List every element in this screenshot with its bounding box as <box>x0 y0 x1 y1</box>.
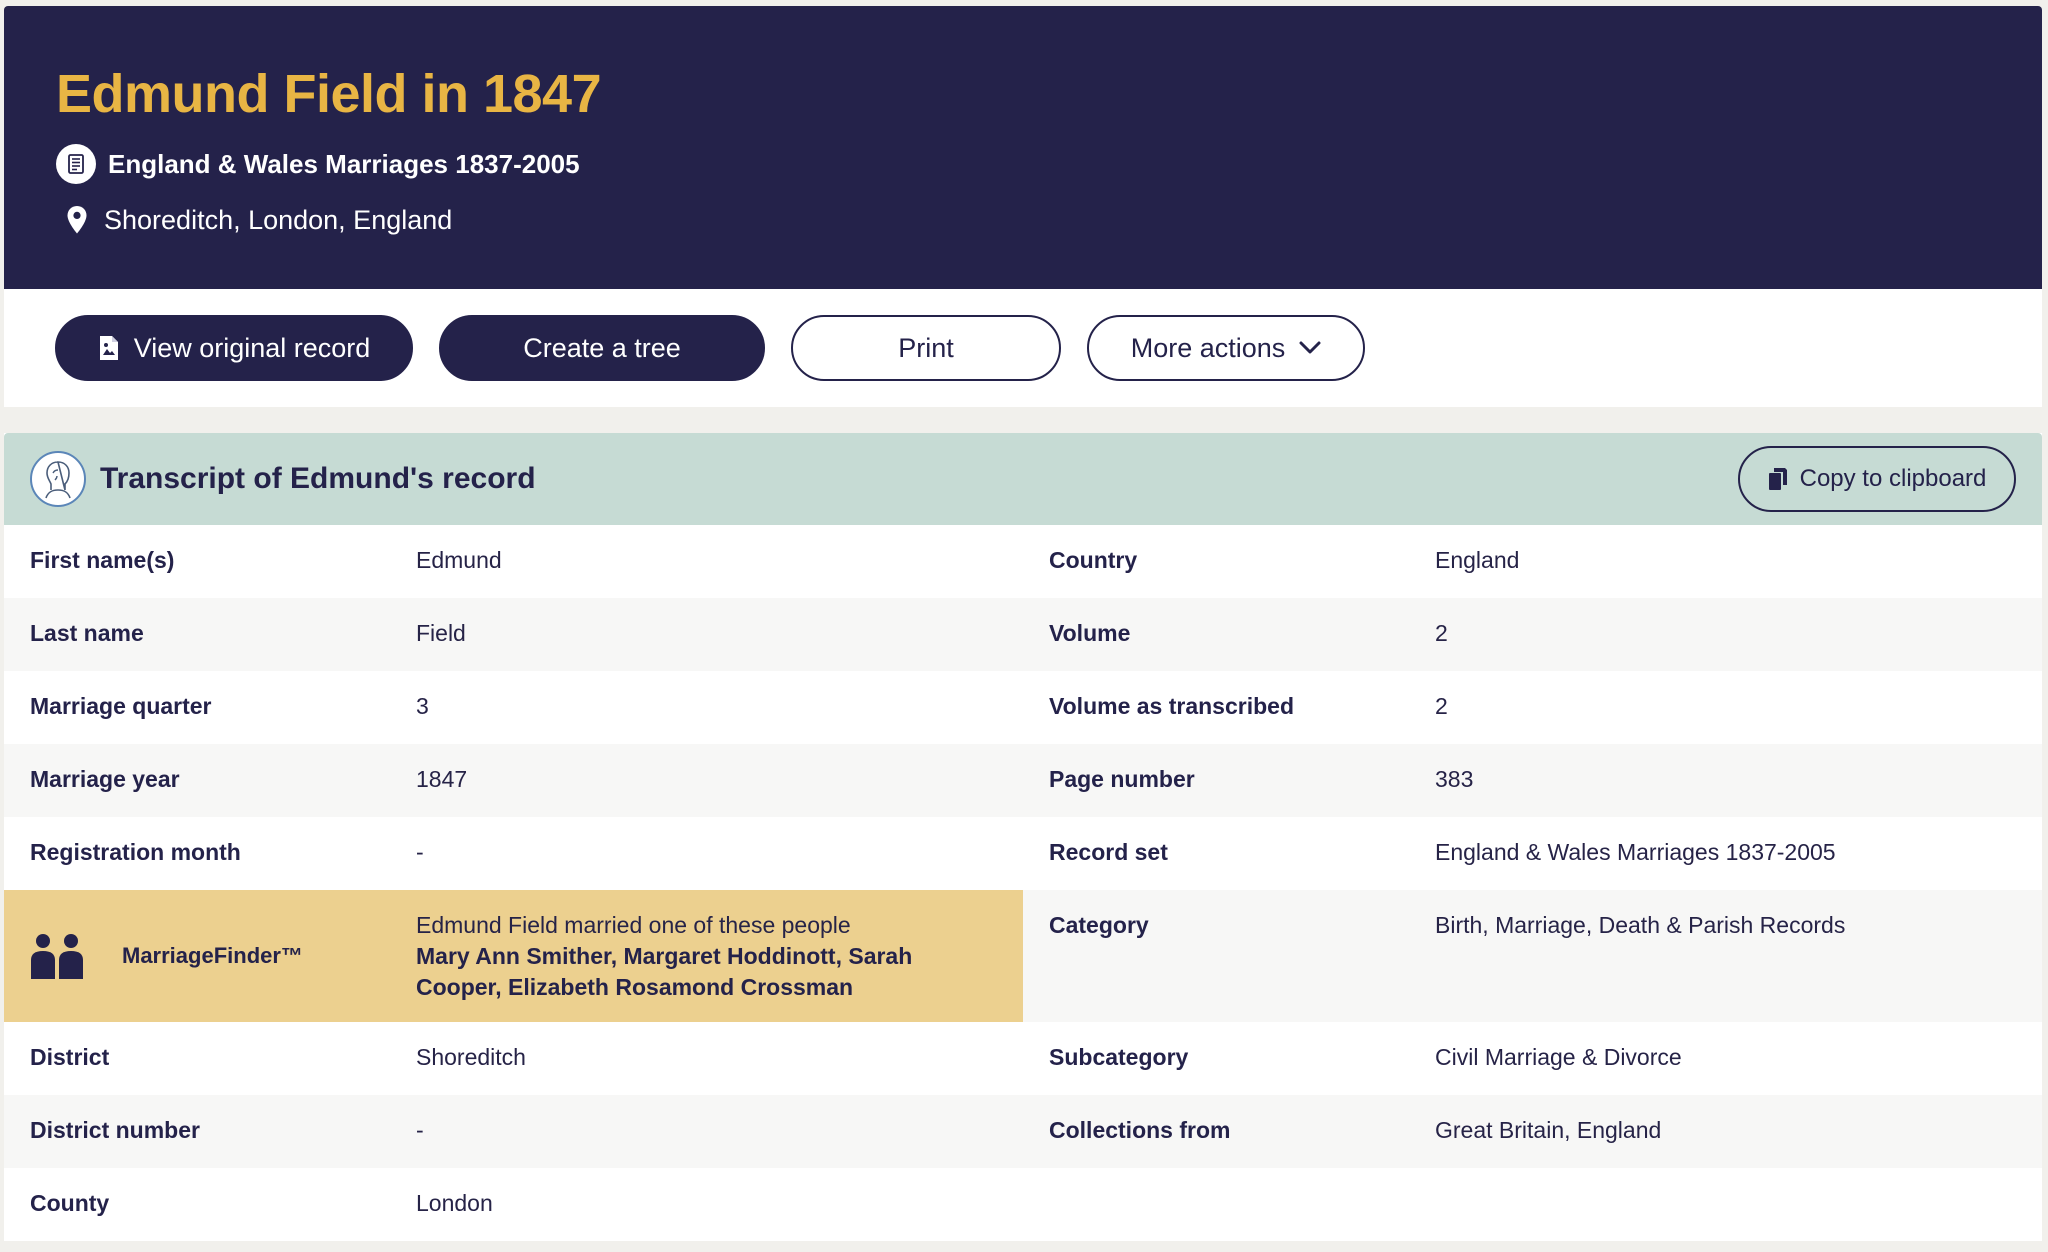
field-label: County <box>30 1190 110 1216</box>
place-label: Shoreditch, London, England <box>104 204 453 235</box>
field-volume: Volume 2 <box>1023 598 2042 671</box>
action-bar: View original record Create a tree Print… <box>4 289 2042 407</box>
field-label: Last name <box>30 620 144 646</box>
field-value: Edmund <box>416 547 502 573</box>
transcript-header: Transcript of Edmund's record Copy to cl… <box>4 433 2042 525</box>
field-value: England & Wales Marriages 1837-2005 <box>1435 839 1836 865</box>
record-page: Edmund Field in 1847 England & Wales Mar… <box>4 6 2042 1241</box>
field-label: Volume <box>1049 620 1131 646</box>
more-actions-label: More actions <box>1130 332 1286 363</box>
copy-to-clipboard-label: Copy to clipboard <box>1799 465 1987 492</box>
field-label: Marriage quarter <box>30 693 212 719</box>
field-value: 1847 <box>416 766 468 792</box>
field-value: 3 <box>416 693 429 719</box>
clipboard-copy-icon <box>1768 467 1788 491</box>
record-set-row: England & Wales Marriages 1837-2005 <box>56 144 1990 184</box>
field-value: - <box>416 839 424 865</box>
view-original-record-label: View original record <box>133 332 371 363</box>
field-label: Collections from <box>1049 1117 1231 1143</box>
marriage-finder-content: Edmund Field married one of these people… <box>416 890 1023 1003</box>
record-set-label: England & Wales Marriages 1837-2005 <box>108 148 580 179</box>
field-marriage-year: Marriage year 1847 <box>4 744 1023 817</box>
field-label: Category <box>1049 912 1149 938</box>
field-label: Page number <box>1049 766 1195 792</box>
field-label: Record set <box>1049 839 1168 865</box>
field-value: Shoreditch <box>416 1044 526 1070</box>
field-value: - <box>416 1117 424 1143</box>
field-page-number: Page number 383 <box>1023 744 2042 817</box>
field-district: District Shoreditch <box>4 1022 1023 1095</box>
field-volume-as-transcribed: Volume as transcribed 2 <box>1023 671 2042 744</box>
field-category: Category Birth, Marriage, Death & Parish… <box>1023 890 2042 1022</box>
transcript-grid: First name(s) Edmund Country England Las… <box>4 525 2042 1241</box>
field-label: Volume as transcribed <box>1049 693 1294 719</box>
place-row: Shoreditch, London, England <box>56 200 1990 240</box>
field-value: 2 <box>1435 693 1448 719</box>
field-label: District number <box>30 1117 200 1143</box>
person-avatar-icon <box>30 451 86 507</box>
field-county: County London <box>4 1168 1023 1241</box>
field-value: Great Britain, England <box>1435 1117 1662 1143</box>
more-actions-button[interactable]: More actions <box>1087 315 1365 381</box>
document-icon <box>56 144 96 184</box>
field-registration-month: Registration month - <box>4 817 1023 890</box>
marriage-finder-intro: Edmund Field married one of these people <box>416 912 851 938</box>
field-value: Birth, Marriage, Death & Parish Records <box>1435 912 1846 938</box>
field-label: Country <box>1049 547 1138 573</box>
print-button[interactable]: Print <box>791 315 1061 381</box>
field-marriage-quarter: Marriage quarter 3 <box>4 671 1023 744</box>
field-district-number: District number - <box>4 1095 1023 1168</box>
image-file-icon <box>98 334 120 362</box>
view-original-record-button[interactable]: View original record <box>55 315 413 381</box>
field-value: Civil Marriage & Divorce <box>1435 1044 1682 1070</box>
field-record-set: Record set England & Wales Marriages 183… <box>1023 817 2042 890</box>
field-value: 2 <box>1435 620 1448 646</box>
field-subcategory: Subcategory Civil Marriage & Divorce <box>1023 1022 2042 1095</box>
field-value: 383 <box>1435 766 1474 792</box>
field-label: Registration month <box>30 839 241 865</box>
marriage-finder-names[interactable]: Mary Ann Smither, Margaret Hoddinott, Sa… <box>416 941 993 1003</box>
chevron-down-icon <box>1299 341 1321 355</box>
field-country: Country England <box>1023 525 2042 598</box>
field-last-name: Last name Field <box>4 598 1023 671</box>
field-label: Marriage year <box>30 766 180 792</box>
field-label: Subcategory <box>1049 1044 1189 1070</box>
location-pin-icon <box>62 200 92 240</box>
field-label: First name(s) <box>30 547 175 573</box>
create-tree-button[interactable]: Create a tree <box>439 315 765 381</box>
field-value: England <box>1435 547 1520 573</box>
marriage-finder-label: MarriageFinder™ <box>122 943 303 968</box>
copy-to-clipboard-button[interactable]: Copy to clipboard <box>1738 446 2016 512</box>
transcript-title: Transcript of Edmund's record <box>100 462 536 495</box>
marriage-finder-panel[interactable]: MarriageFinder™ Edmund Field married one… <box>4 890 1023 1022</box>
page-title: Edmund Field in 1847 <box>56 64 602 124</box>
marriage-finder-heading: MarriageFinder™ <box>30 890 416 1022</box>
empty-cell <box>1023 1168 2042 1241</box>
transcript-panel: Transcript of Edmund's record Copy to cl… <box>4 433 2042 1241</box>
field-value: London <box>416 1190 493 1216</box>
record-header: Edmund Field in 1847 England & Wales Mar… <box>4 6 2042 289</box>
couple-icon <box>30 931 84 981</box>
field-value: Field <box>416 620 466 646</box>
field-first-names: First name(s) Edmund <box>4 525 1023 598</box>
field-collections-from: Collections from Great Britain, England <box>1023 1095 2042 1168</box>
field-label: District <box>30 1044 110 1070</box>
